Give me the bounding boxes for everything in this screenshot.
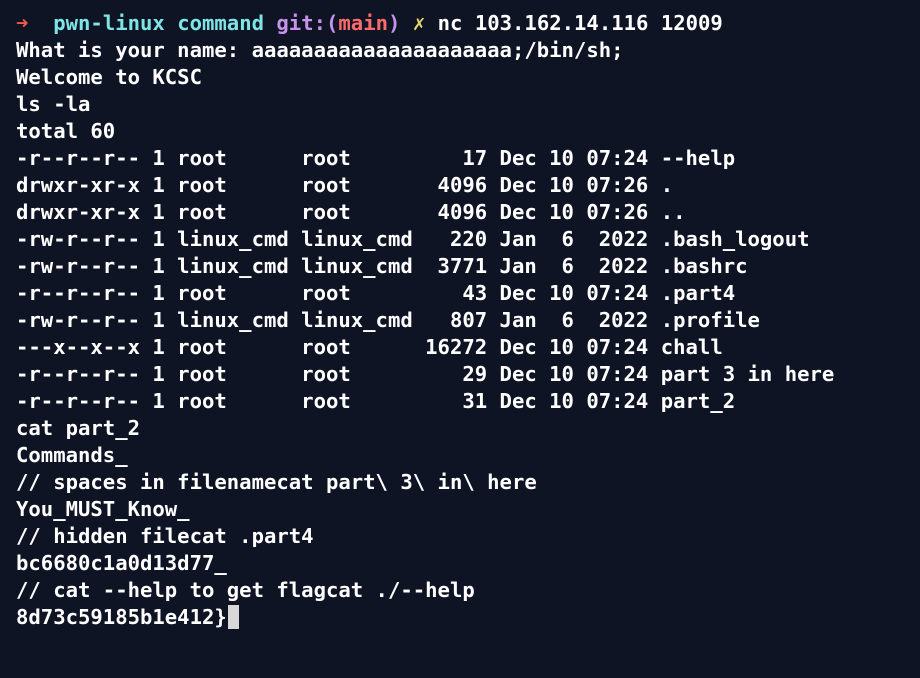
prompt-directory: pwn-linux command — [53, 11, 264, 35]
output-line: ls -la — [16, 92, 91, 116]
output-line: cat part_2 — [16, 416, 140, 440]
output-line: -r--r--r-- 1 root root 43 Dec 10 07:24 .… — [16, 281, 736, 305]
output-line: // hidden filecat .part4 — [16, 524, 314, 548]
output-line: Welcome to KCSC — [16, 65, 202, 89]
output-line: // spaces in filenamecat part\ 3\ in\ he… — [16, 470, 537, 494]
output-line: -rw-r--r-- 1 linux_cmd linux_cmd 807 Jan… — [16, 308, 760, 332]
output-line: What is your name: aaaaaaaaaaaaaaaaaaaaa… — [16, 38, 624, 62]
output-line: drwxr-xr-x 1 root root 4096 Dec 10 07:26… — [16, 173, 674, 197]
terminal-window[interactable]: ➜ pwn-linux command git:(main) ✗ nc 103.… — [0, 0, 920, 678]
terminal-cursor[interactable] — [227, 605, 239, 629]
output-line: -rw-r--r-- 1 linux_cmd linux_cmd 3771 Ja… — [16, 254, 748, 278]
output-line: -r--r--r-- 1 root root 17 Dec 10 07:24 -… — [16, 146, 736, 170]
output-line: -r--r--r-- 1 root root 31 Dec 10 07:24 p… — [16, 389, 736, 413]
output-line: -r--r--r-- 1 root root 29 Dec 10 07:24 p… — [16, 362, 835, 386]
prompt-arrow-icon: ➜ — [16, 11, 29, 35]
last-output-line: 8d73c59185b1e412} — [16, 604, 920, 631]
git-suffix: ) — [388, 11, 401, 35]
prompt-line: ➜ pwn-linux command git:(main) ✗ nc 103.… — [16, 10, 920, 37]
output-line: drwxr-xr-x 1 root root 4096 Dec 10 07:26… — [16, 200, 686, 224]
output-line: total 60 — [16, 119, 116, 143]
output-line: ---x--x--x 1 root root 16272 Dec 10 07:2… — [16, 335, 723, 359]
git-prefix: git:( — [276, 11, 339, 35]
prompt-command: nc 103.162.14.116 12009 — [437, 11, 723, 35]
output-line: // cat --help to get flagcat ./--help — [16, 578, 475, 602]
output-line: bc6680c1a0d13d77_ — [16, 551, 227, 575]
output-line: Commands_ — [16, 443, 128, 467]
git-dirty-icon: ✗ — [412, 11, 426, 35]
flag-fragment: 8d73c59185b1e412} — [16, 605, 227, 629]
output-line: -rw-r--r-- 1 linux_cmd linux_cmd 220 Jan… — [16, 227, 810, 251]
output-line: You_MUST_Know_ — [16, 497, 190, 521]
git-branch: main — [338, 11, 389, 35]
